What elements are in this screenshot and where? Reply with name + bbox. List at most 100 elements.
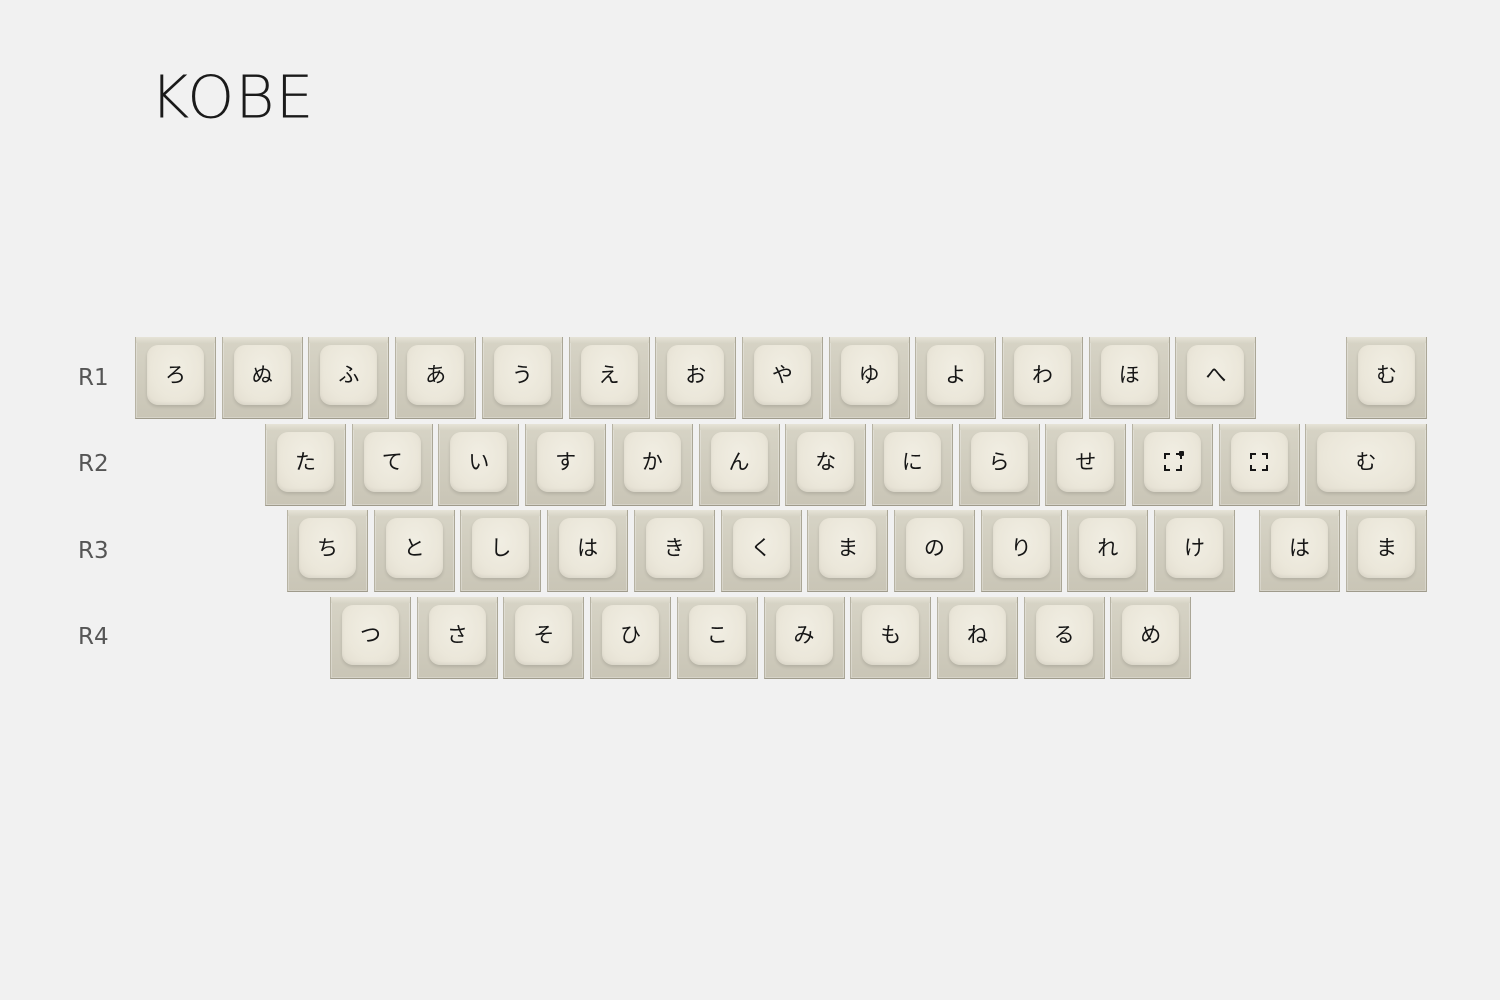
- keycap-legend: の: [923, 535, 945, 560]
- keycap-top: ふ: [320, 345, 378, 405]
- keycap-top: め: [1122, 605, 1180, 665]
- keycap-legend: い: [468, 449, 490, 474]
- keycap: ほ: [1088, 337, 1170, 419]
- keycap-legend: む: [1355, 449, 1377, 474]
- keycap-top: か: [623, 432, 681, 492]
- keycap-top: ひ: [602, 605, 660, 665]
- keycap-legend: な: [815, 449, 837, 474]
- keycap-top: く: [732, 518, 790, 578]
- keycap-top: き: [645, 518, 703, 578]
- keycap: そ: [503, 597, 585, 679]
- keycap-top: や: [753, 345, 811, 405]
- keycap: な: [785, 424, 867, 506]
- keycap-legend: て: [381, 449, 403, 474]
- keycap-legend: わ: [1032, 362, 1053, 387]
- keycap: の: [893, 510, 975, 592]
- keycap: あ: [395, 337, 477, 419]
- keycap: い: [438, 424, 520, 506]
- keycap-top: ほ: [1100, 345, 1158, 405]
- keycap-top: ろ: [147, 345, 204, 405]
- keycap-legend: よ: [945, 362, 967, 387]
- keycap-legend: ろ: [165, 362, 186, 387]
- keycap: ら: [958, 424, 1040, 506]
- keycap-legend: と: [403, 535, 425, 560]
- keycap-top: そ: [515, 605, 573, 665]
- keycap: れ: [1067, 510, 1149, 592]
- row-label-r2: R2: [78, 451, 109, 477]
- keycap-top: ね: [948, 605, 1006, 665]
- keycap-top: こ: [688, 605, 746, 665]
- keycap-legend: ね: [966, 622, 988, 647]
- keycap: ぬ: [221, 337, 303, 419]
- keycap: こ: [676, 597, 758, 679]
- page-title: KOBE: [150, 63, 315, 133]
- selection-icon: [1163, 451, 1184, 471]
- keycap-top: け: [1166, 518, 1223, 578]
- keycap-legend: ら: [988, 449, 1010, 474]
- keycap-legend: ち: [317, 535, 338, 560]
- selection-dotted-icon: [1250, 453, 1269, 471]
- keycap: も: [850, 597, 932, 679]
- keycap: よ: [915, 337, 997, 419]
- keycap-top: ら: [970, 432, 1028, 492]
- keycap-top: ぬ: [233, 345, 291, 405]
- keycap: た: [265, 424, 346, 506]
- keycap-top: [1230, 432, 1288, 492]
- keycap: [1218, 424, 1300, 506]
- keycap: へ: [1175, 337, 1257, 419]
- row-label-r4: R4: [78, 624, 109, 650]
- keycap-legend: せ: [1075, 449, 1097, 474]
- keycap: や: [741, 337, 823, 419]
- keycap: か: [611, 424, 693, 506]
- keycap-top: え: [580, 345, 638, 405]
- keycap: ふ: [308, 337, 390, 419]
- keycap-legend: は: [1289, 535, 1310, 560]
- keycap-top: も: [862, 605, 920, 665]
- keycap-top: れ: [1079, 518, 1137, 578]
- keycap: と: [373, 510, 455, 592]
- keycap: ゆ: [828, 337, 910, 419]
- keycap: え: [568, 337, 650, 419]
- keycap-top: と: [385, 518, 443, 578]
- keycap-legend: に: [901, 449, 923, 474]
- keycap-legend: あ: [425, 362, 447, 387]
- keycap-top: に: [883, 432, 941, 492]
- keycap-legend: ぬ: [251, 362, 273, 387]
- keycap: ち: [287, 510, 368, 592]
- keycap-legend: ま: [1376, 535, 1397, 560]
- keycap-top: あ: [407, 345, 465, 405]
- keycap-top: ま: [1358, 518, 1415, 578]
- keycap: お: [655, 337, 737, 419]
- keycap: き: [633, 510, 715, 592]
- row-label-r1: R1: [78, 365, 109, 391]
- keycap-legend: す: [555, 449, 577, 474]
- keycap-top: ゆ: [840, 345, 898, 405]
- keycap-top: は: [1271, 518, 1328, 578]
- keycap: つ: [330, 597, 411, 679]
- keycap-legend: し: [490, 535, 512, 560]
- keycap-legend: へ: [1205, 362, 1227, 387]
- keycap-legend: み: [793, 622, 815, 647]
- keycap: み: [763, 597, 845, 679]
- keycap-top: ち: [299, 518, 356, 578]
- keycap-top: い: [450, 432, 508, 492]
- keycap-legend: ひ: [620, 622, 642, 647]
- keycap: む: [1305, 424, 1427, 506]
- keycap-legend: む: [1376, 362, 1397, 387]
- keycap-legend: お: [685, 362, 707, 387]
- keycap-top: し: [472, 518, 530, 578]
- keycap: わ: [1002, 337, 1083, 419]
- keycap: め: [1110, 597, 1192, 679]
- keycap: ま: [1346, 510, 1427, 592]
- keycap-top: [1144, 432, 1201, 492]
- keycap-legend: も: [880, 622, 902, 647]
- keycap-legend: ゆ: [858, 362, 880, 387]
- keycap: む: [1346, 337, 1427, 419]
- keycap: ろ: [135, 337, 216, 419]
- keycap: て: [351, 424, 433, 506]
- keycap-legend: ふ: [338, 362, 360, 387]
- keycap-top: へ: [1187, 345, 1245, 405]
- keycap: す: [525, 424, 607, 506]
- keycap: ん: [698, 424, 780, 506]
- keycap-legend: り: [1010, 535, 1032, 560]
